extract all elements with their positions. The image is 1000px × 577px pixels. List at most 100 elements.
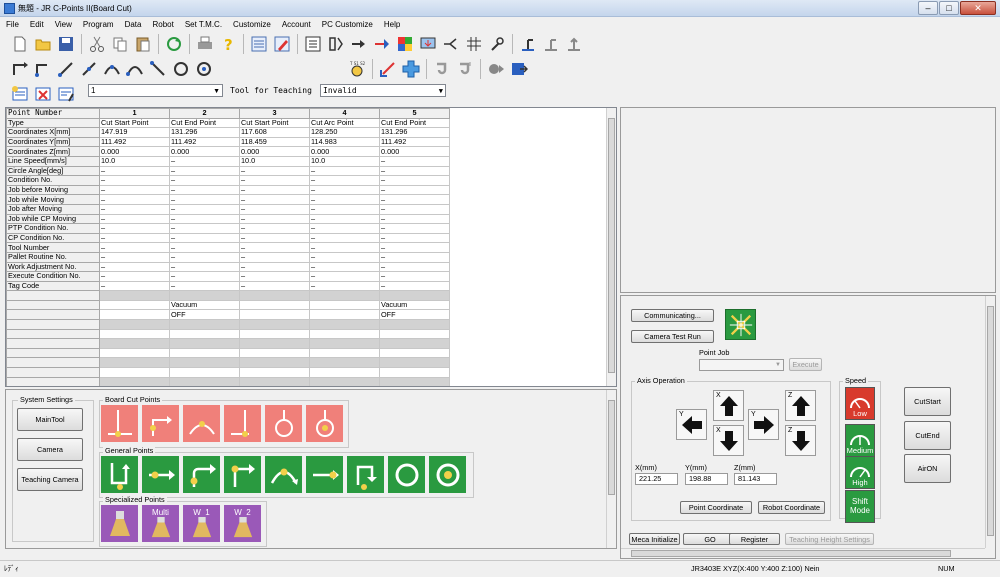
table-cell[interactable]: – (309, 194, 380, 205)
circle-point-tile[interactable] (388, 456, 425, 493)
table-cell[interactable] (379, 319, 450, 330)
table-cell[interactable]: – (309, 175, 380, 186)
table-cell[interactable]: Cut Start Point (239, 117, 310, 129)
table-cell[interactable]: – (169, 203, 240, 215)
x-plus-button[interactable]: X (713, 390, 744, 421)
palette-icon[interactable] (395, 34, 415, 54)
table-cell[interactable] (99, 290, 170, 301)
menu-edit[interactable]: Edit (30, 20, 44, 29)
control-horizontal-scrollbar[interactable] (621, 548, 985, 558)
table-cell[interactable] (169, 357, 240, 369)
point-job-select[interactable]: ▼ (699, 359, 784, 371)
table-cell[interactable]: – (239, 165, 310, 177)
table-cell[interactable]: – (169, 213, 240, 225)
table-cell[interactable]: – (169, 155, 240, 167)
table-cell[interactable] (169, 376, 240, 386)
add-row-icon[interactable] (10, 84, 30, 104)
speed-medium-button[interactable]: Medium (845, 424, 875, 457)
delete-row-icon[interactable] (33, 84, 53, 104)
cut-line-point-tile[interactable] (142, 405, 179, 442)
circle-icon[interactable] (171, 59, 191, 79)
z-plus-button[interactable]: Z (785, 390, 816, 421)
table-cell[interactable]: – (379, 213, 450, 225)
table-cell[interactable]: – (379, 155, 450, 167)
table-cell[interactable]: Cut Start Point (99, 117, 170, 129)
paste-icon[interactable] (133, 34, 153, 54)
table-cell[interactable] (309, 328, 380, 340)
cut-end-button[interactable]: CutEnd (904, 421, 951, 450)
cut-arc-point-tile[interactable] (183, 405, 220, 442)
weld-1-point-tile[interactable]: W 1 (183, 505, 220, 542)
robot-home-icon[interactable] (518, 34, 538, 54)
register-button[interactable]: Register (729, 533, 780, 545)
table-cell[interactable] (169, 328, 240, 340)
robot-move-icon[interactable] (541, 34, 561, 54)
table-cell[interactable]: Cut End Point (169, 117, 240, 129)
table-cell[interactable] (169, 290, 240, 301)
grid-vertical-scrollbar[interactable] (606, 108, 616, 386)
table-cell[interactable]: – (99, 194, 170, 205)
help-icon[interactable]: ? (218, 34, 238, 54)
table-cell[interactable]: – (169, 280, 240, 292)
table-cell[interactable]: – (379, 242, 450, 253)
table-cell[interactable]: 147.919 (99, 127, 170, 138)
table-cell[interactable]: – (99, 223, 170, 234)
table-cell[interactable]: – (309, 203, 380, 215)
teaching-camera-button[interactable]: Teaching Camera (17, 468, 83, 491)
table-cell[interactable] (99, 347, 170, 359)
line-start-icon[interactable] (10, 59, 30, 79)
table-cell[interactable]: – (99, 175, 170, 186)
table-cell[interactable]: – (379, 203, 450, 215)
cut-icon[interactable] (87, 34, 107, 54)
table-cell[interactable]: – (309, 213, 380, 225)
table-cell[interactable]: – (309, 184, 380, 196)
timer-icon[interactable]: T S1 S2 (347, 59, 367, 79)
table-cell[interactable]: – (99, 280, 170, 292)
table-cell[interactable]: – (379, 175, 450, 186)
column-header[interactable]: 3 (239, 108, 310, 119)
table-cell[interactable]: – (239, 223, 310, 234)
menu-pc-customize[interactable]: PC Customize (322, 20, 373, 29)
menu-help[interactable]: Help (384, 20, 400, 29)
palette-vertical-scrollbar[interactable] (606, 390, 616, 548)
table-cell[interactable]: – (169, 223, 240, 234)
table-cell[interactable] (99, 367, 170, 378)
speed-low-button[interactable]: Low (845, 387, 875, 420)
teaching-height-settings-button[interactable]: Teaching Height Settings (785, 533, 874, 545)
table-cell[interactable] (309, 376, 380, 386)
table-cell[interactable] (379, 347, 450, 359)
table-cell[interactable]: Cut Arc Point (309, 117, 380, 129)
speed-high-button[interactable]: High (845, 456, 875, 489)
table-cell[interactable]: 111.492 (169, 136, 240, 148)
table-cell[interactable]: – (99, 232, 170, 244)
tool-settings-icon[interactable] (326, 34, 346, 54)
table-cell[interactable]: – (239, 175, 310, 186)
table-cell[interactable]: Vacuum (169, 299, 240, 311)
table-cell[interactable] (239, 367, 310, 378)
hook-icon[interactable] (432, 59, 452, 79)
table-cell[interactable]: – (169, 261, 240, 273)
y-minus-button[interactable]: Y (676, 409, 707, 440)
table-cell[interactable]: 0.000 (379, 146, 450, 157)
hash-icon[interactable] (464, 34, 484, 54)
table-cell[interactable]: 10.0 (99, 155, 170, 167)
table-cell[interactable]: – (169, 165, 240, 177)
table-cell[interactable]: OFF (379, 309, 450, 321)
z-minus-button[interactable]: Z (785, 425, 816, 456)
meca-initialize-button[interactable]: Meca Initialize (629, 533, 680, 545)
table-cell[interactable]: 0.000 (99, 146, 170, 157)
open-folder-icon[interactable] (33, 34, 53, 54)
point-coordinate-button[interactable]: Point Coordinate (680, 501, 752, 514)
line-diag-end-icon[interactable] (79, 59, 99, 79)
table-cell[interactable] (239, 319, 310, 330)
line-diag-icon[interactable] (56, 59, 76, 79)
table-cell[interactable] (379, 290, 450, 301)
menu-program[interactable]: Program (83, 20, 114, 29)
print-icon[interactable] (195, 34, 215, 54)
point-number-select[interactable]: 1 ▼ (88, 84, 223, 97)
table-cell[interactable]: 118.459 (239, 136, 310, 148)
table-cell[interactable]: – (169, 194, 240, 205)
table-cell[interactable]: – (169, 232, 240, 244)
camera-test-run-button[interactable]: Camera Test Run (631, 330, 714, 343)
column-header[interactable]: 2 (169, 108, 240, 119)
